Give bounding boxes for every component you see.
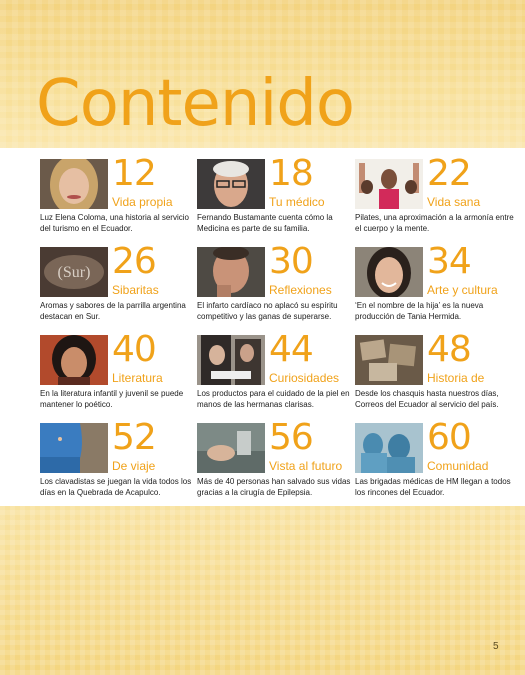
entry-page-number: 44 [269, 329, 314, 370]
contents-entry[interactable]: 18 Tu médico Fernando Bustamante cuenta … [197, 155, 357, 243]
entry-page-number: 18 [269, 153, 314, 194]
contents-entry[interactable]: 22 Vida sana Pilates, una aproximación a… [355, 155, 515, 243]
entry-section-label: Arte y cultura [427, 283, 498, 297]
entry-section-label: Curiosidades [269, 371, 340, 385]
entry-page-number: 52 [112, 417, 157, 458]
entry-description: Pilates, una aproximación a la armonía e… [355, 213, 514, 233]
entry-thumbnail [355, 247, 423, 297]
contents-entry[interactable]: 56 Vista al futuro Más de 40 personas ha… [197, 419, 357, 507]
contents-entry[interactable]: 40 Literatura En la literatura infantil … [40, 331, 200, 419]
entry-page-number: 26 [112, 241, 157, 282]
entry-section-label: Literatura [112, 371, 163, 385]
entry-thumbnail [355, 159, 423, 209]
contents-entry[interactable]: 44 Curiosidades Los productos para el cu… [197, 331, 357, 419]
svg-text:(Sur): (Sur) [58, 264, 91, 281]
entry-thumbnail [197, 423, 265, 473]
page-title: Contenido [36, 67, 355, 141]
entry-thumbnail [355, 423, 423, 473]
entry-description: El infarto cardíaco no aplacó su espírit… [197, 301, 338, 321]
entry-description: Luz Elena Coloma, una historia al servic… [40, 213, 189, 233]
entry-description: Los clavadistas se juegan la vida todos … [40, 477, 192, 497]
entry-section-label: Reflexiones [269, 283, 332, 297]
entry-description: Los productos para el cuidado de la piel… [197, 389, 350, 409]
entry-section-label: Historia de [427, 371, 485, 385]
page-number: 5 [493, 641, 499, 652]
entry-description: ‘En el nombre de la hija’ es la nueva pr… [355, 301, 484, 321]
contents-entry[interactable]: 60 Comunidad Las brigadas médicas de HM … [355, 419, 515, 507]
entry-thumbnail [197, 335, 265, 385]
entry-section-label: Vida sana [427, 195, 481, 209]
contents-entry[interactable]: 34 Arte y cultura ‘En el nombre de la hi… [355, 243, 515, 331]
entry-section-label: Sibaritas [112, 283, 159, 297]
entry-section-label: Comunidad [427, 459, 489, 473]
entry-thumbnail [197, 159, 265, 209]
contents-entry[interactable]: (Sur) 26 Sibaritas Aromas y sabores de l… [40, 243, 200, 331]
entry-thumbnail [40, 159, 108, 209]
entry-section-label: Tu médico [269, 195, 325, 209]
entry-page-number: 48 [427, 329, 472, 370]
entry-section-label: Vista al futuro [269, 459, 343, 473]
contents-entry[interactable]: 12 Vida propia Luz Elena Coloma, una his… [40, 155, 200, 243]
entry-description: Aromas y sabores de la parrilla argentin… [40, 301, 186, 321]
entry-thumbnail: (Sur) [40, 247, 108, 297]
entry-thumbnail [197, 247, 265, 297]
entry-page-number: 56 [269, 417, 314, 458]
entry-description: Fernando Bustamante cuenta cómo la Medic… [197, 213, 333, 233]
contents-entry[interactable]: 48 Historia de Desde los chasquis hasta … [355, 331, 515, 419]
entry-page-number: 30 [269, 241, 314, 282]
footer-band [0, 506, 525, 675]
entry-page-number: 22 [427, 153, 472, 194]
entry-description: Más de 40 personas han salvado sus vidas… [197, 477, 351, 497]
entry-description: Las brigadas médicas de HM llegan a todo… [355, 477, 511, 497]
contents-entry[interactable]: 52 De viaje Los clavadistas se juegan la… [40, 419, 200, 507]
contents-entry[interactable]: 30 Reflexiones El infarto cardíaco no ap… [197, 243, 357, 331]
entry-page-number: 60 [427, 417, 472, 458]
entry-section-label: Vida propia [112, 195, 173, 209]
entry-section-label: De viaje [112, 459, 156, 473]
entry-page-number: 40 [112, 329, 157, 370]
entry-page-number: 12 [112, 153, 157, 194]
entry-thumbnail [40, 423, 108, 473]
entry-description: En la literatura infantil y juvenil se p… [40, 389, 184, 409]
entry-page-number: 34 [427, 241, 472, 282]
entry-thumbnail [355, 335, 423, 385]
entry-thumbnail [40, 335, 108, 385]
entry-description: Desde los chasquis hasta nuestros días, … [355, 389, 499, 409]
